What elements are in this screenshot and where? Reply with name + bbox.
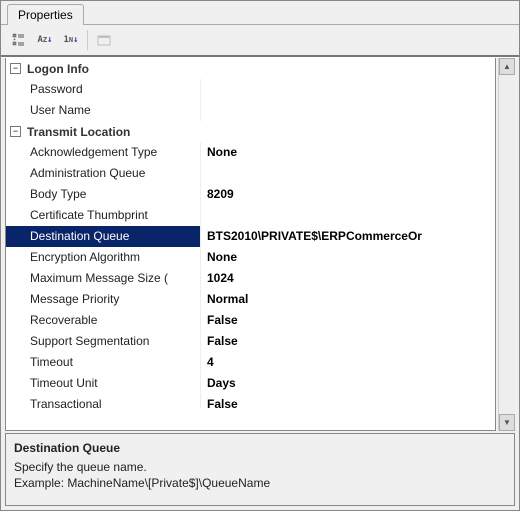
property-row[interactable]: Certificate Thumbprint: [6, 205, 495, 226]
collapse-toggle-icon[interactable]: −: [10, 63, 21, 74]
tab-row: Properties: [1, 1, 519, 25]
category-label: Logon Info: [27, 62, 89, 76]
property-value[interactable]: BTS2010\PRIVATE$\ERPCommerceOr: [201, 226, 495, 247]
property-value[interactable]: [201, 100, 495, 121]
property-value[interactable]: 8209: [201, 184, 495, 205]
property-row[interactable]: Password: [6, 79, 495, 100]
property-value[interactable]: Days: [201, 373, 495, 394]
property-name: Certificate Thumbprint: [6, 205, 201, 226]
scroll-up-button[interactable]: ▲: [499, 58, 515, 75]
property-value[interactable]: None: [201, 142, 495, 163]
property-name: Timeout Unit: [6, 373, 201, 394]
property-row[interactable]: Maximum Message Size (1024: [6, 268, 495, 289]
property-row[interactable]: Message PriorityNormal: [6, 289, 495, 310]
alphabetical-button[interactable]: AZ↓: [33, 28, 57, 52]
property-row[interactable]: Administration Queue: [6, 163, 495, 184]
property-name: Timeout: [6, 352, 201, 373]
property-value[interactable]: None: [201, 247, 495, 268]
property-row[interactable]: Acknowledgement TypeNone: [6, 142, 495, 163]
property-name: Transactional: [6, 394, 201, 408]
property-name: Body Type: [6, 184, 201, 205]
property-value[interactable]: 4: [201, 352, 495, 373]
property-name: Encryption Algorithm: [6, 247, 201, 268]
property-row[interactable]: RecoverableFalse: [6, 310, 495, 331]
sort-n-button[interactable]: 1N↓: [59, 28, 83, 52]
property-value[interactable]: [201, 79, 495, 100]
property-row[interactable]: Destination QueueBTS2010\PRIVATE$\ERPCom…: [6, 226, 495, 247]
description-title: Destination Queue: [14, 440, 506, 456]
category-label: Transmit Location: [27, 125, 130, 139]
scroll-track[interactable]: [499, 75, 515, 414]
property-value[interactable]: [201, 205, 495, 226]
property-name: User Name: [6, 100, 201, 121]
property-name: Destination Queue: [6, 226, 201, 247]
property-value[interactable]: [201, 163, 495, 184]
vertical-scrollbar[interactable]: ▲ ▼: [498, 58, 515, 431]
property-name: Support Segmentation: [6, 331, 201, 352]
collapse-toggle-icon[interactable]: −: [10, 126, 21, 137]
property-row[interactable]: User Name: [6, 100, 495, 121]
property-grid: −Logon InfoPasswordUser Name−Transmit Lo…: [1, 57, 519, 431]
description-line2: Example: MachineName\[Private$]\QueueNam…: [14, 475, 506, 491]
property-name: Message Priority: [6, 289, 201, 310]
property-name: Administration Queue: [6, 163, 201, 184]
categorized-icon: +: [12, 33, 26, 47]
property-value[interactable]: False: [201, 310, 495, 331]
property-row[interactable]: Timeout4: [6, 352, 495, 373]
pages-icon: [97, 34, 111, 46]
toolbar: + AZ↓ 1N↓: [1, 25, 519, 57]
property-row[interactable]: Encryption AlgorithmNone: [6, 247, 495, 268]
property-name: Maximum Message Size (: [6, 268, 201, 289]
property-value[interactable]: 1024: [201, 268, 495, 289]
property-row[interactable]: Timeout UnitDays: [6, 373, 495, 394]
categorized-button[interactable]: +: [7, 28, 31, 52]
num-sort-icon: 1N↓: [63, 35, 78, 45]
svg-text:+: +: [13, 37, 16, 43]
property-row[interactable]: Body Type8209: [6, 184, 495, 205]
property-value[interactable]: Normal: [201, 289, 495, 310]
property-name: Recoverable: [6, 310, 201, 331]
description-line1: Specify the queue name.: [14, 459, 506, 475]
tab-properties[interactable]: Properties: [7, 4, 84, 25]
scroll-down-button[interactable]: ▼: [499, 414, 515, 431]
property-value[interactable]: False: [201, 331, 495, 352]
az-sort-icon: AZ↓: [37, 35, 52, 45]
category-transmit-location[interactable]: −Transmit Location: [6, 121, 495, 142]
property-value[interactable]: False: [201, 394, 495, 408]
property-name: Acknowledgement Type: [6, 142, 201, 163]
property-pages-button: [92, 28, 116, 52]
property-name: Password: [6, 79, 201, 100]
property-row[interactable]: TransactionalFalse: [6, 394, 495, 408]
description-panel: Destination Queue Specify the queue name…: [5, 433, 515, 506]
category-logon-info[interactable]: −Logon Info: [6, 58, 495, 79]
toolbar-separator: [87, 30, 88, 50]
property-row[interactable]: Support SegmentationFalse: [6, 331, 495, 352]
